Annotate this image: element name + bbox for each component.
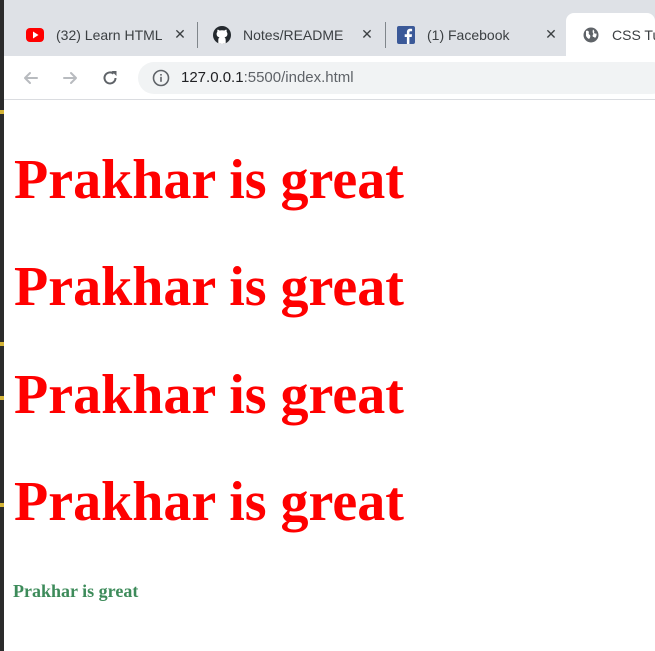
tab-github[interactable]: Notes/README ✕: [213, 13, 383, 56]
url-text: 127.0.0.1:5500/index.html: [181, 69, 354, 86]
tab-facebook[interactable]: (1) Facebook ✕: [397, 13, 567, 56]
arrow-left-icon: [24, 72, 38, 84]
browser-toolbar: 127.0.0.1:5500/index.html: [4, 56, 655, 100]
close-tab-icon[interactable]: ✕: [172, 26, 188, 43]
tab-strip: (32) Learn HTML ✕ Notes/README ✕ (1) Fac…: [4, 0, 655, 56]
close-tab-icon[interactable]: ✕: [543, 26, 559, 43]
globe-icon: [582, 26, 600, 44]
heading-1: Prakhar is great: [14, 149, 404, 211]
close-tab-icon[interactable]: ✕: [359, 26, 375, 43]
reload-button[interactable]: [98, 66, 122, 90]
youtube-icon: [26, 26, 44, 44]
tab-title: CSS Tu: [612, 26, 655, 43]
arrow-right-icon: [63, 72, 77, 84]
tab-title: (32) Learn HTML: [56, 26, 162, 43]
small-text: Prakhar is great: [13, 581, 139, 601]
tab-youtube[interactable]: (32) Learn HTML ✕: [26, 13, 196, 56]
github-icon: [213, 25, 231, 44]
tab-css-tutorial[interactable]: CSS Tu: [566, 13, 655, 56]
forward-button[interactable]: [58, 66, 82, 90]
heading-3: Prakhar is great: [14, 364, 404, 426]
tab-title: (1) Facebook: [427, 26, 510, 43]
reload-icon: [103, 71, 117, 85]
page-content: Prakhar is great Prakhar is great Prakha…: [4, 101, 655, 651]
facebook-icon: [397, 25, 415, 44]
info-icon: [152, 69, 170, 87]
tab-title: Notes/README: [243, 26, 344, 43]
heading-4: Prakhar is great: [14, 471, 404, 533]
address-bar[interactable]: 127.0.0.1:5500/index.html: [138, 62, 655, 94]
heading-2: Prakhar is great: [14, 256, 404, 318]
back-button[interactable]: [19, 66, 43, 90]
